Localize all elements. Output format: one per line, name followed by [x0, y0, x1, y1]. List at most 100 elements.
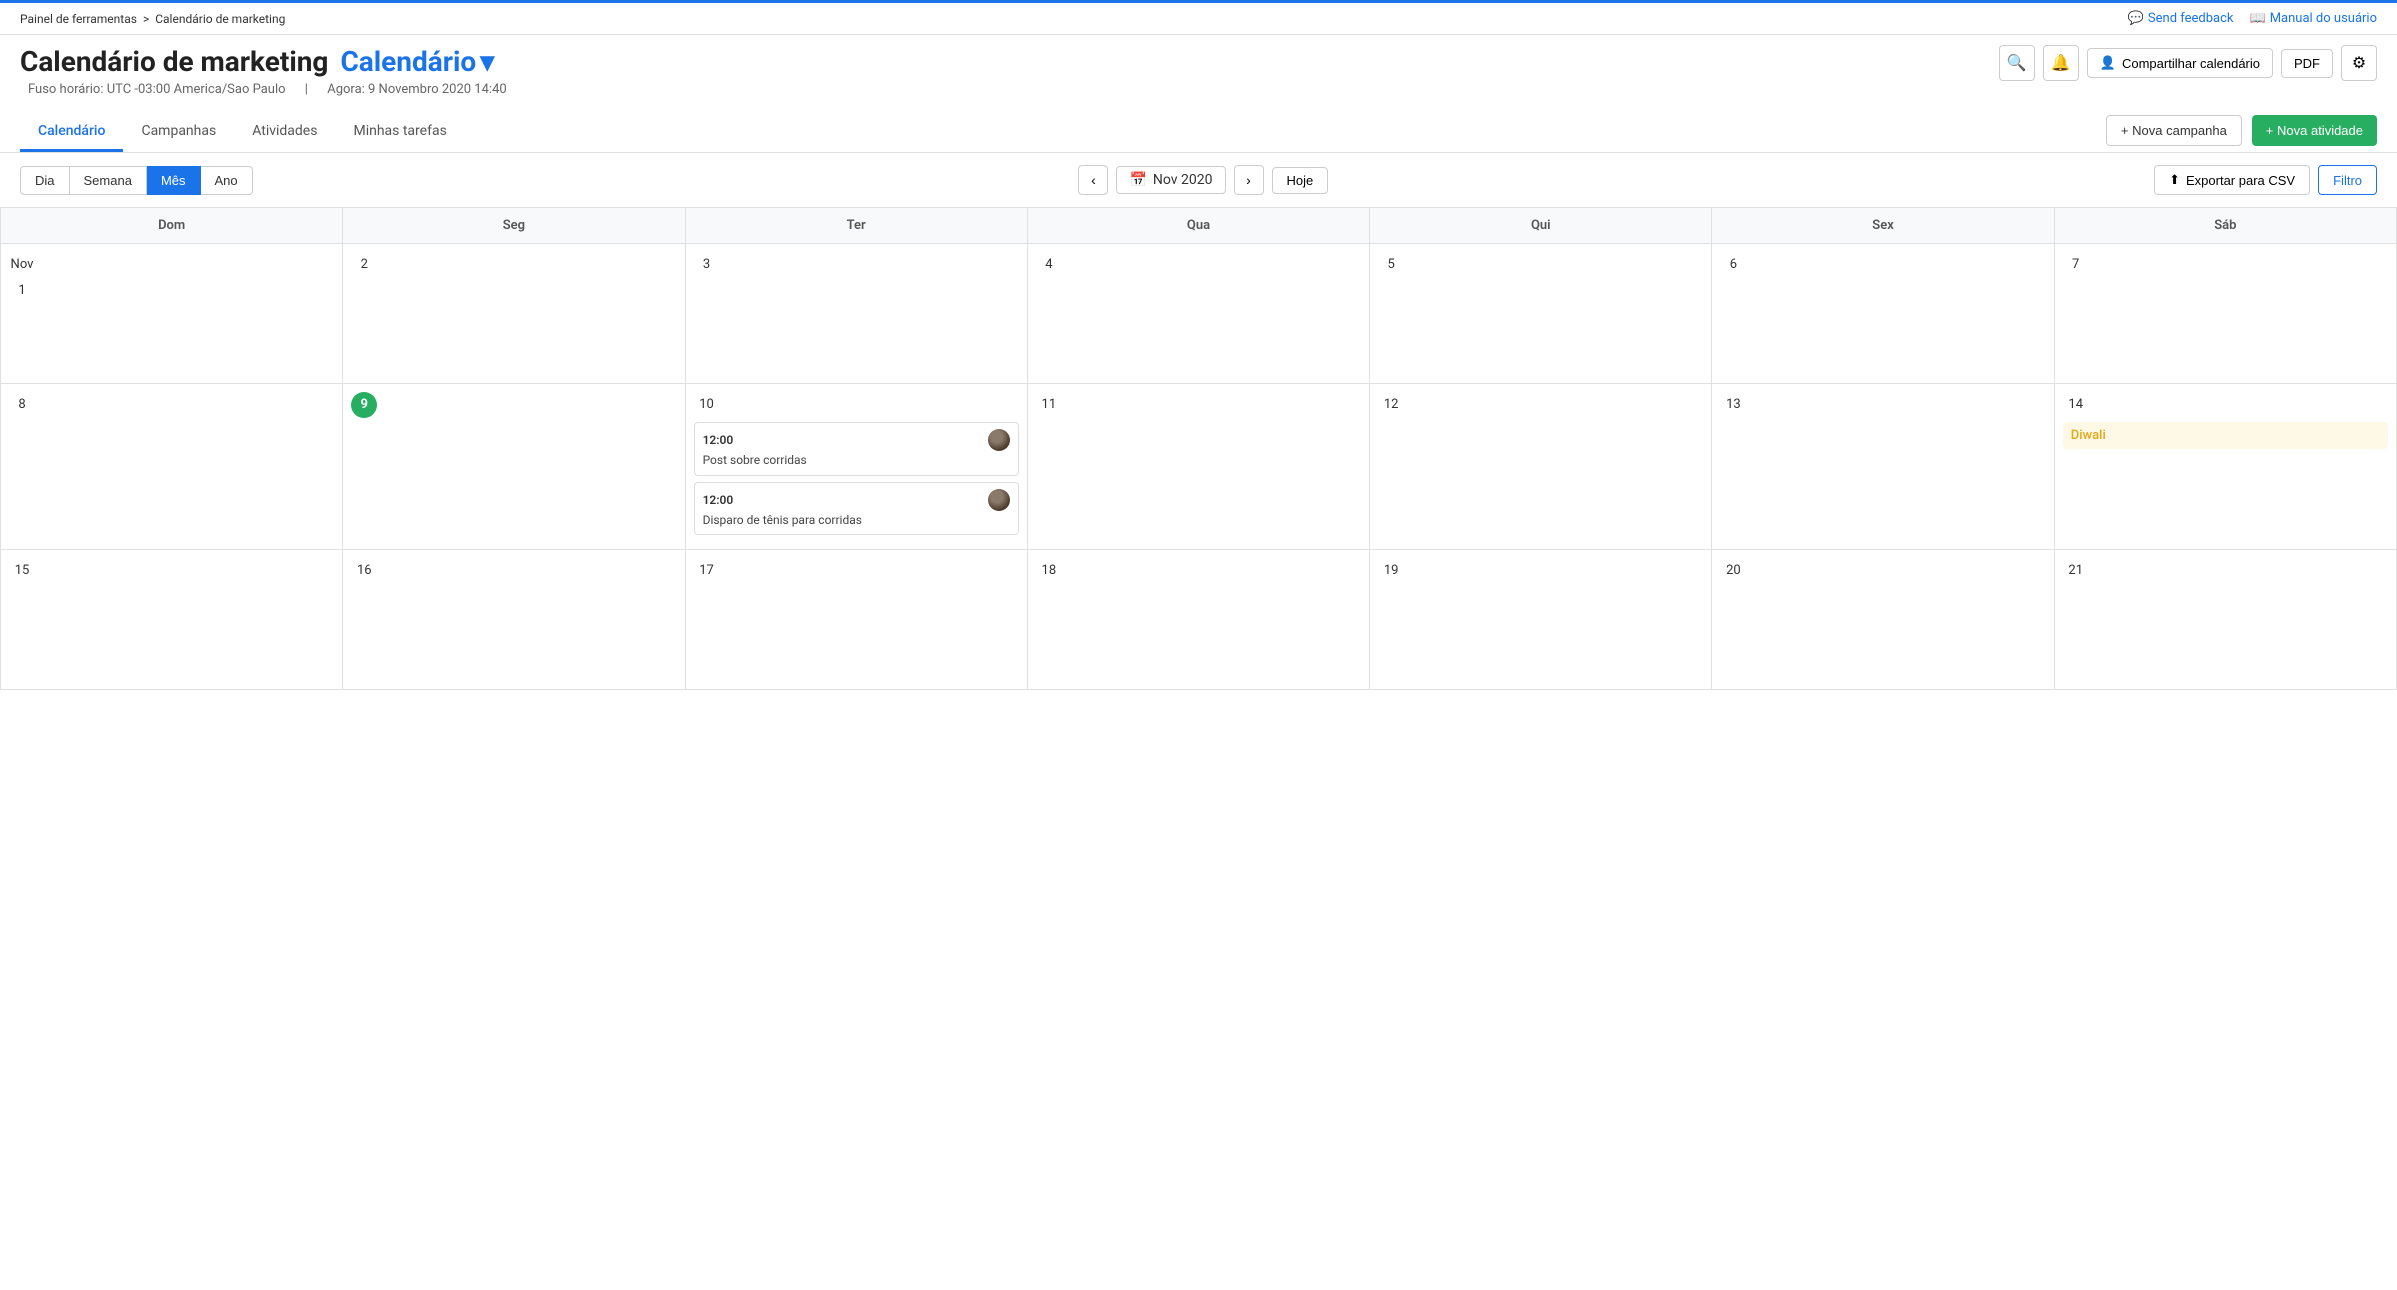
avatar	[988, 429, 1010, 451]
cell-nov8[interactable]: 8	[1, 384, 343, 550]
event-time-row: 12:00	[703, 489, 1010, 511]
week-row: 15 16 17 18 19 20 21	[1, 550, 2397, 690]
notification-button[interactable]: 🔔	[2043, 45, 2079, 81]
day-number: 13	[1720, 392, 1746, 418]
header-ter: Ter	[686, 208, 1028, 244]
view-semana-button[interactable]: Semana	[70, 166, 147, 195]
cell-nov1[interactable]: Nov 1	[1, 244, 343, 384]
holiday-card[interactable]: Diwali	[2063, 422, 2388, 449]
day-number: 4	[1036, 252, 1062, 278]
cell-nov20[interactable]: 20	[1712, 550, 2054, 690]
header-section: Calendário de marketing Calendário ▾ Fus…	[0, 35, 2397, 101]
pdf-button[interactable]: PDF	[2281, 49, 2333, 78]
tab-calendario-label: Calendário	[38, 123, 105, 139]
day-number: 12	[1378, 392, 1404, 418]
page-subtitle: Fuso horário: UTC -03:00 America/Sao Pau…	[20, 82, 515, 97]
prev-arrow-icon: ‹	[1091, 172, 1096, 188]
tab-atividades[interactable]: Atividades	[234, 113, 335, 152]
filter-button[interactable]: Filtro	[2318, 165, 2377, 195]
cell-nov6[interactable]: 6	[1712, 244, 2054, 384]
cell-nov9[interactable]: 9	[343, 384, 685, 550]
new-campaign-button[interactable]: + Nova campanha	[2106, 115, 2242, 146]
view-mes-button[interactable]: Mês	[147, 166, 201, 195]
new-campaign-label: + Nova campanha	[2121, 123, 2227, 138]
page-title-blue[interactable]: Calendário ▾	[340, 45, 494, 78]
prev-month-button[interactable]: ‹	[1078, 165, 1108, 195]
event-card[interactable]: 12:00 Disparo de tênis para corridas	[694, 482, 1019, 536]
view-dia-button[interactable]: Dia	[20, 166, 70, 195]
filter-label: Filtro	[2333, 173, 2362, 188]
cell-nov3[interactable]: 3	[686, 244, 1028, 384]
cell-nov10[interactable]: 10 12:00 Post sobre corridas 12:00	[686, 384, 1028, 550]
day-number: 10	[694, 392, 720, 418]
manual-link[interactable]: 📖 Manual do usuário	[2250, 11, 2377, 26]
settings-button[interactable]: ⚙	[2341, 45, 2377, 81]
search-button[interactable]: 🔍	[1999, 45, 2035, 81]
header-seg: Seg	[343, 208, 685, 244]
cell-nov18[interactable]: 18	[1028, 550, 1370, 690]
tab-calendario[interactable]: Calendário	[20, 113, 123, 152]
tab-atividades-label: Atividades	[252, 123, 317, 139]
share-icon: 👤	[2100, 55, 2116, 71]
tab-campanhas[interactable]: Campanhas	[123, 113, 234, 152]
new-activity-button[interactable]: + Nova atividade	[2252, 115, 2377, 146]
share-calendar-button[interactable]: 👤 Compartilhar calendário	[2087, 48, 2273, 78]
cell-nov14[interactable]: 14 Diwali	[2055, 384, 2397, 550]
day-number-today: 9	[351, 392, 377, 418]
export-icon: ⬆	[2169, 172, 2180, 188]
export-csv-button[interactable]: ⬆ Exportar para CSV	[2154, 165, 2310, 195]
month-label: 📅 Nov 2020	[1116, 166, 1225, 194]
avatar	[988, 489, 1010, 511]
toolbar-right: ⬆ Exportar para CSV Filtro	[2154, 165, 2377, 195]
header-qui: Qui	[1370, 208, 1712, 244]
view-dia-label: Dia	[35, 173, 55, 188]
feedback-icon: 💬	[2128, 11, 2144, 26]
share-label: Compartilhar calendário	[2122, 56, 2260, 71]
day-number: 19	[1378, 558, 1404, 584]
cell-nov17[interactable]: 17	[686, 550, 1028, 690]
send-feedback-link[interactable]: 💬 Send feedback	[2128, 11, 2234, 26]
day-number: 11	[1036, 392, 1062, 418]
day-number: 15	[9, 558, 35, 584]
event-title: Disparo de tênis para corridas	[703, 513, 1010, 529]
holiday-title: Diwali	[2071, 428, 2106, 443]
manual-icon: 📖	[2250, 11, 2266, 26]
cell-nov2[interactable]: 2	[343, 244, 685, 384]
view-ano-button[interactable]: Ano	[201, 166, 253, 195]
cell-nov13[interactable]: 13	[1712, 384, 2054, 550]
day-number: 20	[1720, 558, 1746, 584]
cell-nov19[interactable]: 19	[1370, 550, 1712, 690]
event-card[interactable]: 12:00 Post sobre corridas	[694, 422, 1019, 476]
cell-nov21[interactable]: 21	[2055, 550, 2397, 690]
view-ano-label: Ano	[215, 173, 238, 188]
event-title: Post sobre corridas	[703, 453, 1010, 469]
current-month: Nov 2020	[1153, 172, 1213, 188]
day-number: 2	[351, 252, 377, 278]
new-activity-label: + Nova atividade	[2266, 123, 2363, 138]
calendar-icon: 📅	[1129, 172, 1146, 188]
search-icon: 🔍	[2007, 53, 2027, 73]
next-month-button[interactable]: ›	[1234, 165, 1264, 195]
cell-nov7[interactable]: 7	[2055, 244, 2397, 384]
cell-nov15[interactable]: 15	[1, 550, 343, 690]
cell-nov5[interactable]: 5	[1370, 244, 1712, 384]
event-time-row: 12:00	[703, 429, 1010, 451]
day-number: 21	[2063, 558, 2089, 584]
feedback-label: Send feedback	[2148, 11, 2234, 26]
manual-label: Manual do usuário	[2270, 11, 2377, 26]
dropdown-chevron-icon: ▾	[480, 45, 494, 78]
view-mes-label: Mês	[161, 173, 186, 188]
breadcrumb-parent[interactable]: Painel de ferramentas	[20, 12, 137, 26]
toolbar: Dia Semana Mês Ano ‹ 📅 Nov 2020 › Hoje ⬆…	[0, 153, 2397, 207]
today-label: Hoje	[1287, 173, 1314, 188]
cell-nov11[interactable]: 11	[1028, 384, 1370, 550]
cell-nov4[interactable]: 4	[1028, 244, 1370, 384]
cell-nov12[interactable]: 12	[1370, 384, 1712, 550]
day-number: Nov 1	[9, 252, 35, 278]
view-buttons: Dia Semana Mês Ano	[20, 166, 253, 195]
today-button[interactable]: Hoje	[1272, 167, 1329, 194]
tab-minhas-tarefas[interactable]: Minhas tarefas	[335, 113, 464, 152]
cell-nov16[interactable]: 16	[343, 550, 685, 690]
pdf-label: PDF	[2294, 56, 2320, 71]
next-arrow-icon: ›	[1246, 172, 1251, 188]
